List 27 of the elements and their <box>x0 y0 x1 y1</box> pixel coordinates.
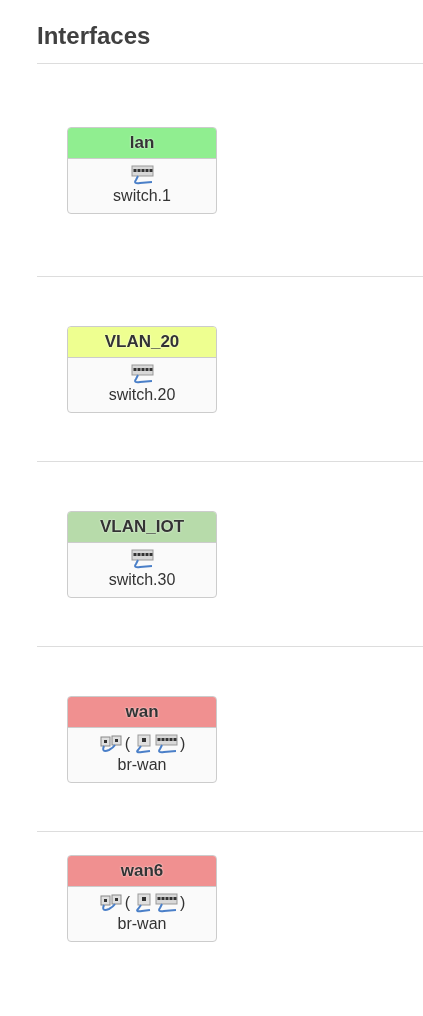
network-bridge-icon <box>98 893 123 913</box>
interface-card[interactable]: lan switch.1 <box>67 127 217 214</box>
device-name: switch.20 <box>108 386 176 404</box>
interface-card[interactable]: VLAN_20 switch.20 <box>67 326 217 413</box>
interface-name: wan6 <box>68 856 216 887</box>
paren: ( <box>124 735 130 753</box>
network-switch-icon <box>130 165 154 185</box>
interface-card[interactable]: VLAN_IOT switch.30 <box>67 511 217 598</box>
network-switch-icon <box>130 549 154 569</box>
network-switch-icon <box>130 364 154 384</box>
paren: ) <box>180 894 186 912</box>
interface-name: lan <box>68 128 216 159</box>
paren: ( <box>124 894 130 912</box>
page-title: Interfaces <box>37 18 423 64</box>
interface-card[interactable]: wan ( ) br-wan <box>67 696 217 783</box>
device-name: switch.30 <box>108 571 176 589</box>
interface-name: VLAN_IOT <box>68 512 216 543</box>
network-switch-icon <box>154 734 178 754</box>
device-name: br-wan <box>117 915 167 933</box>
paren: ) <box>180 735 186 753</box>
interface-name: VLAN_20 <box>68 327 216 358</box>
device-name: br-wan <box>117 756 167 774</box>
network-switch-icon <box>154 893 178 913</box>
device-name: switch.1 <box>113 187 171 205</box>
interface-card[interactable]: wan6 ( ) br-wan <box>67 855 217 942</box>
interface-name: wan <box>68 697 216 728</box>
network-bridge-icon <box>98 734 123 754</box>
